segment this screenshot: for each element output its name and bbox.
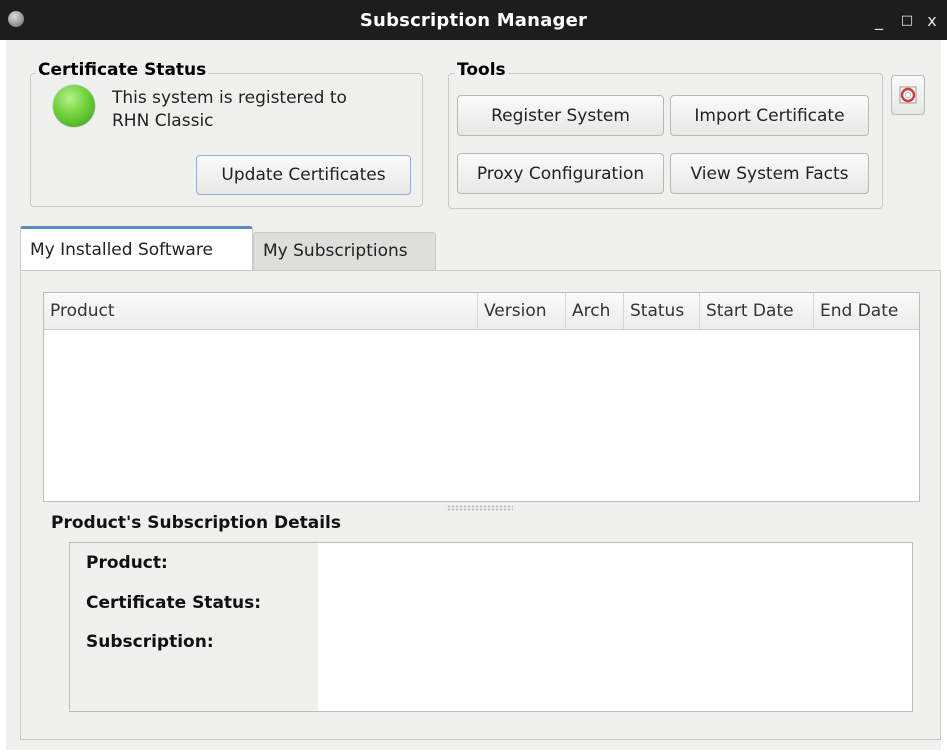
tab-my-subscriptions[interactable]: My Subscriptions <box>253 232 436 270</box>
import-certificate-button[interactable]: Import Certificate <box>670 95 869 136</box>
update-certificates-button[interactable]: Update Certificates <box>196 155 411 195</box>
help-button[interactable] <box>891 75 925 115</box>
table-header: Product Version Arch Status Start Date E… <box>44 293 919 330</box>
product-label: Product: <box>86 553 168 573</box>
main-window: Certificate Status This system is regist… <box>6 40 941 750</box>
lifebuoy-icon <box>899 86 917 104</box>
subscription-label: Subscription: <box>86 632 214 652</box>
subscription-details-title: Product's Subscription Details <box>51 513 341 533</box>
window-title: Subscription Manager <box>359 10 588 31</box>
status-text-line2: RHN Classic <box>112 111 214 131</box>
proxy-configuration-button[interactable]: Proxy Configuration <box>457 153 664 194</box>
status-light-icon <box>53 85 95 127</box>
maximize-icon[interactable]: □ <box>897 13 917 28</box>
column-header-end-date[interactable]: End Date <box>813 293 921 329</box>
column-header-start-date[interactable]: Start Date <box>699 293 813 329</box>
pane-resize-handle[interactable] <box>447 505 513 511</box>
column-header-product[interactable]: Product <box>44 293 477 329</box>
tab-my-installed-software[interactable]: My Installed Software <box>20 226 253 270</box>
installed-products-table[interactable]: Product Version Arch Status Start Date E… <box>43 292 920 502</box>
status-text-line1: This system is registered to <box>112 88 347 108</box>
tab-panel-installed-software: Product Version Arch Status Start Date E… <box>20 270 941 740</box>
certificate-status-legend: Certificate Status <box>36 60 209 80</box>
minimize-icon[interactable]: _ <box>869 11 889 30</box>
certificate-status-text: This system is registered to RHN Classic <box>112 87 347 133</box>
close-icon[interactable]: x <box>922 11 942 30</box>
tools-legend: Tools <box>455 60 508 80</box>
window-titlebar: Subscription Manager _ □ x <box>0 0 947 40</box>
register-system-button[interactable]: Register System <box>457 95 664 136</box>
column-header-arch[interactable]: Arch <box>565 293 623 329</box>
column-header-version[interactable]: Version <box>477 293 565 329</box>
certificate-status-label: Certificate Status: <box>86 593 262 613</box>
column-header-status[interactable]: Status <box>623 293 699 329</box>
view-system-facts-button[interactable]: View System Facts <box>670 153 869 194</box>
subscription-details-panel: Product: Certificate Status: Subscriptio… <box>69 542 913 712</box>
